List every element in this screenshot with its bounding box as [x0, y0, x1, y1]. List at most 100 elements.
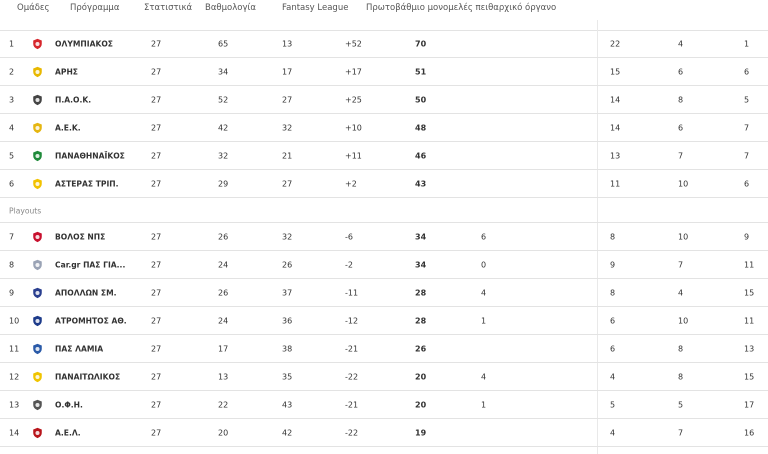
cell-penalty: 4: [481, 288, 487, 298]
cell-goals-for: 22: [218, 400, 229, 410]
cell-goal-difference: -22: [345, 428, 359, 438]
cell-team-name[interactable]: ΠΑΝΑΘΗΝΑΪΚΟΣ: [55, 152, 125, 161]
cell-points: 48: [415, 123, 427, 133]
cell-losses: 7: [744, 151, 750, 161]
table-row[interactable]: 3 Π.Α.Ο.Κ. 27 52 27 +25 50 14 8 5: [0, 87, 768, 114]
cell-position: 5: [9, 151, 15, 161]
table-row[interactable]: 9 ΑΠΟΛΛΩΝ ΣΜ. 27 26 37 -11 28 4 8 4 15: [0, 280, 768, 307]
cell-position: 9: [9, 288, 15, 298]
nav-program[interactable]: Πρόγραμμα: [70, 3, 119, 13]
table-row[interactable]: 6 ΑΣΤΕΡΑΣ ΤΡΙΠ. 27 29 27 +2 43 11 10 6: [0, 171, 768, 198]
nav-standings[interactable]: Βαθμολογία: [205, 3, 256, 13]
cell-wins: 11: [610, 179, 621, 189]
table-row[interactable]: 5 ΠΑΝΑΘΗΝΑΪΚΟΣ 27 32 21 +11 46 13 7 7: [0, 143, 768, 170]
cell-losses: 5: [744, 95, 750, 105]
table-row[interactable]: 12 ΠΑΝΑΙΤΩΛΙΚΟΣ 27 13 35 -22 20 4 4 8 15: [0, 364, 768, 391]
cell-team-name[interactable]: ΒΟΛΟΣ ΝΠΣ: [55, 233, 105, 242]
cell-team-name[interactable]: ΑΤΡΟΜΗΤΟΣ ΑΘ.: [55, 317, 127, 326]
cell-losses: 17: [744, 400, 755, 410]
cell-wins: 5: [610, 400, 616, 410]
cell-goals-for: 24: [218, 316, 229, 326]
cell-team-name[interactable]: ΑΣΤΕΡΑΣ ΤΡΙΠ.: [55, 180, 119, 189]
table-row[interactable]: 7 ΒΟΛΟΣ ΝΠΣ 27 26 32 -6 34 6 8 10 9: [0, 224, 768, 251]
cell-position: 2: [9, 67, 15, 77]
cell-wins: 22: [610, 39, 621, 49]
cell-points: 34: [415, 232, 427, 242]
table-row[interactable]: 2 ΑΡΗΣ 27 34 17 +17 51 15 6 6: [0, 59, 768, 86]
nav-disciplinary[interactable]: Πρωτοβάθμιο μονομελές πειθαρχικό όργανο: [366, 3, 556, 13]
table-row[interactable]: 10 ΑΤΡΟΜΗΤΟΣ ΑΘ. 27 24 36 -12 28 1 6 10 11: [0, 308, 768, 335]
cell-team-name[interactable]: Α.Ε.Κ.: [55, 124, 81, 133]
cell-played: 27: [151, 151, 162, 161]
ofi-crest-icon: [31, 399, 44, 412]
cell-team-name[interactable]: ΟΛΥΜΠΙΑΚΟΣ: [55, 40, 113, 49]
cell-goals-for: 26: [218, 232, 229, 242]
cell-played: 27: [151, 260, 162, 270]
cell-goal-difference: +2: [345, 179, 357, 189]
cell-goal-difference: +17: [345, 67, 362, 77]
cell-losses: 11: [744, 260, 755, 270]
cell-goals-against: 32: [282, 123, 293, 133]
nav-teams[interactable]: Ομάδες: [17, 3, 50, 13]
ael-crest-icon: [31, 427, 44, 440]
atromitos-crest-icon: [31, 315, 44, 328]
cell-points: 26: [415, 344, 427, 354]
cell-team-name[interactable]: Car.gr ΠΑΣ ΓΙΑ...: [55, 261, 125, 270]
cell-goals-against: 26: [282, 260, 293, 270]
cell-position: 3: [9, 95, 15, 105]
cell-goals-against: 13: [282, 39, 293, 49]
cell-position: 6: [9, 179, 15, 189]
cell-team-name[interactable]: ΑΠΟΛΛΩΝ ΣΜ.: [55, 289, 117, 298]
cell-penalty: 4: [481, 372, 487, 382]
cell-played: 27: [151, 344, 162, 354]
cell-played: 27: [151, 179, 162, 189]
cell-losses: 6: [744, 67, 750, 77]
cell-wins: 13: [610, 151, 621, 161]
cell-draws: 4: [678, 288, 684, 298]
table-row[interactable]: 4 Α.Ε.Κ. 27 42 32 +10 48 14 6 7: [0, 115, 768, 142]
volos-crest-icon: [31, 231, 44, 244]
cell-goals-against: 27: [282, 95, 293, 105]
cell-draws: 7: [678, 151, 684, 161]
cell-losses: 15: [744, 288, 755, 298]
cell-goal-difference: +52: [345, 39, 362, 49]
cell-losses: 6: [744, 179, 750, 189]
cell-team-name[interactable]: Ο.Φ.Η.: [55, 401, 83, 410]
cell-goals-for: 34: [218, 67, 229, 77]
table-row[interactable]: 11 ΠΑΣ ΛΑΜΙΑ 27 17 38 -21 26 6 8 13: [0, 336, 768, 363]
paok-crest-icon: [31, 94, 44, 107]
cell-draws: 4: [678, 39, 684, 49]
cell-goals-for: 29: [218, 179, 229, 189]
cell-goals-against: 37: [282, 288, 293, 298]
nav-fantasy[interactable]: Fantasy League: [282, 3, 348, 13]
cell-wins: 15: [610, 67, 621, 77]
cell-points: 34: [415, 260, 427, 270]
cell-goals-for: 26: [218, 288, 229, 298]
cell-team-name[interactable]: ΑΡΗΣ: [55, 68, 78, 77]
cell-team-name[interactable]: ΠΑΝΑΙΤΩΛΙΚΟΣ: [55, 373, 120, 382]
panaitolikos-crest-icon: [31, 371, 44, 384]
cell-wins: 9: [610, 260, 616, 270]
cell-played: 27: [151, 123, 162, 133]
table-row[interactable]: 1 ΟΛΥΜΠΙΑΚΟΣ 27 65 13 +52 70 22 4 1: [0, 31, 768, 58]
cell-points: 20: [415, 400, 427, 410]
cell-goals-for: 32: [218, 151, 229, 161]
cell-position: 7: [9, 232, 15, 242]
cell-played: 27: [151, 288, 162, 298]
cell-points: 70: [415, 39, 427, 49]
cell-team-name[interactable]: Α.Ε.Λ.: [55, 429, 81, 438]
table-row[interactable]: 13 Ο.Φ.Η. 27 22 43 -21 20 1 5 5 17: [0, 392, 768, 419]
table-row[interactable]: 14 Α.Ε.Λ. 27 20 42 -22 19 4 7 16: [0, 420, 768, 447]
cell-draws: 8: [678, 95, 684, 105]
cell-penalty: 6: [481, 232, 487, 242]
cell-team-name[interactable]: Π.Α.Ο.Κ.: [55, 96, 91, 105]
lamia-crest-icon: [31, 343, 44, 356]
nav-stats[interactable]: Στατιστικά: [144, 3, 192, 13]
cell-team-name[interactable]: ΠΑΣ ΛΑΜΙΑ: [55, 345, 103, 354]
table-row[interactable]: 8 Car.gr ΠΑΣ ΓΙΑ... 27 24 26 -2 34 0 9 7 11: [0, 252, 768, 279]
cell-goal-difference: -22: [345, 372, 359, 382]
cell-draws: 10: [678, 232, 689, 242]
cell-goals-for: 42: [218, 123, 229, 133]
olympiakos-crest-icon: [31, 38, 44, 51]
cell-points: 28: [415, 288, 427, 298]
